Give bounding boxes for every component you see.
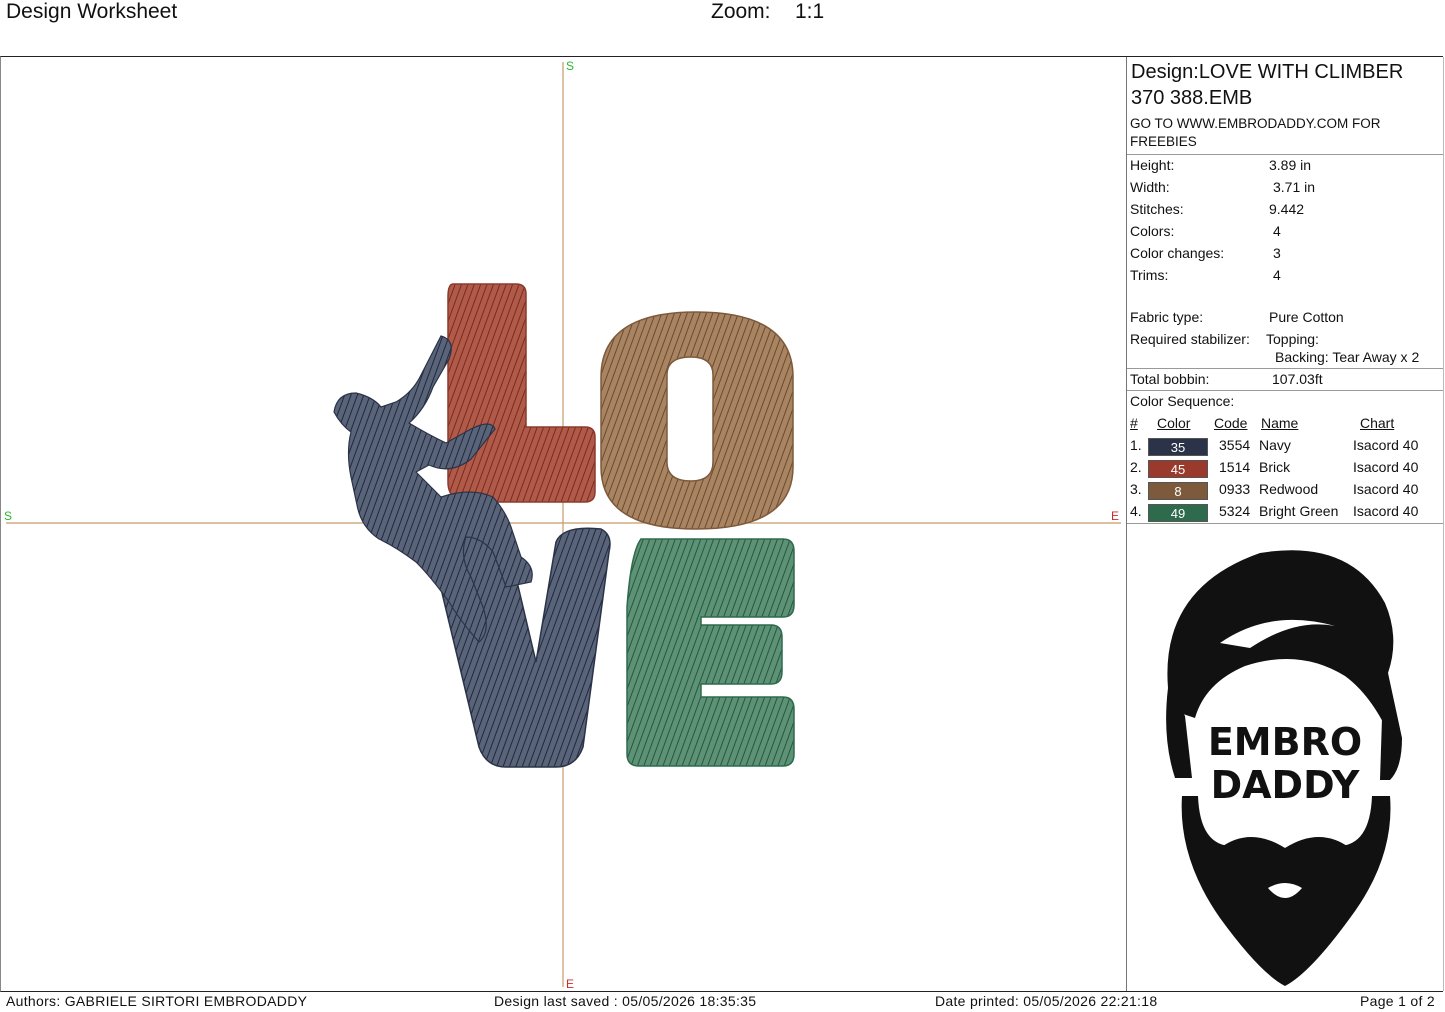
stat-value: 4 [1273, 223, 1281, 239]
right-border [1443, 57, 1444, 991]
backing-value: Backing: Tear Away x 2 [1275, 349, 1420, 365]
thread-code: 5324 [1219, 503, 1251, 519]
col-header-num: # [1130, 415, 1138, 431]
promo-text: GO TO WWW.EMBRODADDY.COM FOR FREEBIES [1130, 116, 1381, 149]
thread-code: 0933 [1219, 481, 1251, 497]
logo-text-line2: DADDY [1211, 763, 1360, 807]
divider [1127, 368, 1443, 369]
authors-text: Authors: GABRIELE SIRTORI EMBRODADDY [6, 993, 308, 1009]
sequence-number: 3. [1130, 481, 1142, 497]
logo-text-line1: EMBRO [1208, 720, 1362, 764]
stat-value: 3.71 in [1273, 179, 1316, 195]
divider [1127, 390, 1443, 391]
start-marker-left: S [4, 509, 12, 523]
fabric-type-value: Pure Cotton [1269, 309, 1344, 325]
stat-label: Height: [1130, 157, 1175, 173]
last-saved-text: Design last saved : 05/05/2026 18:35:35 [494, 993, 757, 1009]
stat-value: 3 [1273, 245, 1281, 261]
end-marker-bottom: E [566, 977, 574, 991]
stabilizer-label: Required stabilizer: [1130, 331, 1250, 347]
thread-name: Redwood [1259, 481, 1319, 497]
col-header-color: Color [1157, 415, 1191, 431]
color-swatch: 8 [1148, 482, 1208, 500]
col-header-code: Code [1214, 415, 1248, 431]
stat-label: Colors: [1130, 223, 1175, 239]
stat-label: Color changes: [1130, 245, 1225, 261]
thread-chart: Isacord 40 [1353, 481, 1419, 497]
fabric-type-label: Fabric type: [1130, 309, 1204, 325]
letter-o [600, 311, 794, 530]
letter-l [447, 283, 596, 503]
divider [1127, 154, 1443, 155]
page-indicator: Page 1 of 2 [1360, 993, 1435, 1009]
stat-label: Stitches: [1130, 201, 1184, 217]
stat-value: 9.442 [1269, 201, 1305, 217]
col-header-name: Name [1261, 415, 1299, 431]
zoom-label: Zoom: [711, 0, 771, 23]
sequence-number: 1. [1130, 437, 1142, 453]
thread-chart: Isacord 40 [1353, 503, 1419, 519]
bobbin-value: 107.03ft [1272, 371, 1323, 387]
date-printed-text: Date printed: 05/05/2026 22:21:18 [935, 993, 1158, 1009]
thread-chart: Isacord 40 [1353, 459, 1419, 475]
bobbin-label: Total bobbin: [1130, 371, 1210, 387]
end-marker-right: E [1111, 509, 1119, 523]
thread-name: Bright Green [1259, 503, 1339, 519]
stat-value: 3.89 in [1269, 157, 1312, 173]
color-swatch: 49 [1148, 504, 1208, 522]
thread-chart: Isacord 40 [1353, 437, 1419, 453]
thread-name: Brick [1259, 459, 1291, 475]
stat-label: Trims: [1130, 267, 1169, 283]
color-swatch: 45 [1148, 460, 1208, 478]
sequence-number: 2. [1130, 459, 1142, 475]
sequence-number: 4. [1130, 503, 1142, 519]
zoom-value[interactable]: 1:1 [795, 0, 824, 24]
letter-e [626, 538, 795, 767]
divider [1127, 523, 1443, 524]
stat-value: 4 [1273, 267, 1281, 283]
worksheet-title: Design Worksheet [6, 0, 178, 23]
panel-divider [1126, 57, 1127, 991]
design-name: Design:LOVE WITH CLIMBER 370 388.EMB [1131, 61, 1404, 109]
start-marker-top: S [566, 59, 574, 73]
thread-code: 1514 [1219, 459, 1251, 475]
thread-name: Navy [1259, 437, 1291, 453]
stat-label: Width: [1130, 179, 1170, 195]
design-preview: S S E E [4, 59, 1121, 991]
thread-code: 3554 [1219, 437, 1251, 453]
color-sequence-label: Color Sequence: [1130, 393, 1235, 409]
topping-value: Topping: [1266, 331, 1319, 347]
color-swatch: 35 [1148, 438, 1208, 456]
embrodaddy-logo: EMBRO DADDY [1166, 550, 1402, 986]
col-header-chart: Chart [1360, 415, 1395, 431]
